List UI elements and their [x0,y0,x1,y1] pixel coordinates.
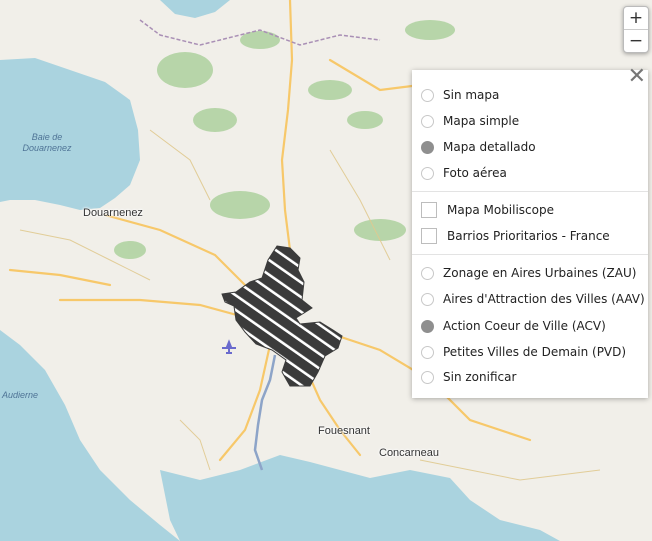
zoning-option-aav[interactable]: Aires d'Attraction des Villes (AAV) [421,289,645,309]
radio-icon[interactable] [421,114,434,128]
option-label: Aires d'Attraction des Villes (AAV) [443,292,645,306]
radio-icon[interactable] [421,292,434,306]
place-label-douarnenez: Douarnenez [83,207,143,219]
zoning-option-pvd[interactable]: Petites Villes de Demain (PVD) [421,342,626,362]
option-label: Petites Villes de Demain (PVD) [443,345,627,359]
radio-icon[interactable] [421,266,434,280]
basemap-option-mapa-detallado[interactable]: Mapa detallado [421,137,536,157]
radio-checked-icon[interactable] [421,319,434,333]
radio-icon[interactable] [421,370,434,384]
place-label-fouesnant: Fouesnant [318,425,370,437]
zoning-option-zau[interactable]: Zonage en Aires Urbaines (ZAU) [421,263,636,283]
option-label: Sin mapa [443,88,500,102]
zoom-control: + − [623,6,649,53]
radio-checked-icon[interactable] [421,140,434,154]
radio-icon[interactable] [421,88,434,102]
zoning-option-sin-zonificar[interactable]: Sin zonificar [421,367,516,387]
overlay-option-mobiliscope[interactable]: Mapa Mobiliscope [421,200,554,220]
close-icon[interactable]: ✕ [628,64,646,89]
divider [412,254,648,255]
option-label: Zonage en Aires Urbaines (ZAU) [443,266,637,280]
zoom-in-button[interactable]: + [624,7,648,29]
option-label: Mapa Mobiliscope [447,203,554,217]
place-label-concarneau: Concarneau [379,447,439,459]
option-label: Mapa simple [443,114,520,128]
option-label: Foto aérea [443,166,507,180]
layer-selector-panel: ✕ Sin mapa Mapa simple Mapa detallado Fo… [412,64,648,398]
zoom-out-button[interactable]: − [624,29,648,52]
radio-icon[interactable] [421,345,434,359]
option-label: Barrios Prioritarios - France [447,229,610,243]
checkbox-icon[interactable] [421,202,437,218]
basemap-option-sin-mapa[interactable]: Sin mapa [421,85,499,105]
zoning-option-acv[interactable]: Action Coeur de Ville (ACV) [421,316,606,336]
sea-label-audierne: Audierne [2,390,39,400]
option-label: Mapa detallado [443,140,536,154]
divider [412,191,648,192]
option-label: Action Coeur de Ville (ACV) [443,319,606,333]
overlay-option-barrios-prioritarios[interactable]: Barrios Prioritarios - France [421,226,610,246]
option-label: Sin zonificar [443,370,517,384]
basemap-option-foto-aerea[interactable]: Foto aérea [421,163,507,183]
radio-icon[interactable] [421,166,434,180]
sea-label-baie-douarnenez: Baie de Douarnenez [22,132,72,153]
checkbox-icon[interactable] [421,228,437,244]
basemap-option-mapa-simple[interactable]: Mapa simple [421,111,519,131]
